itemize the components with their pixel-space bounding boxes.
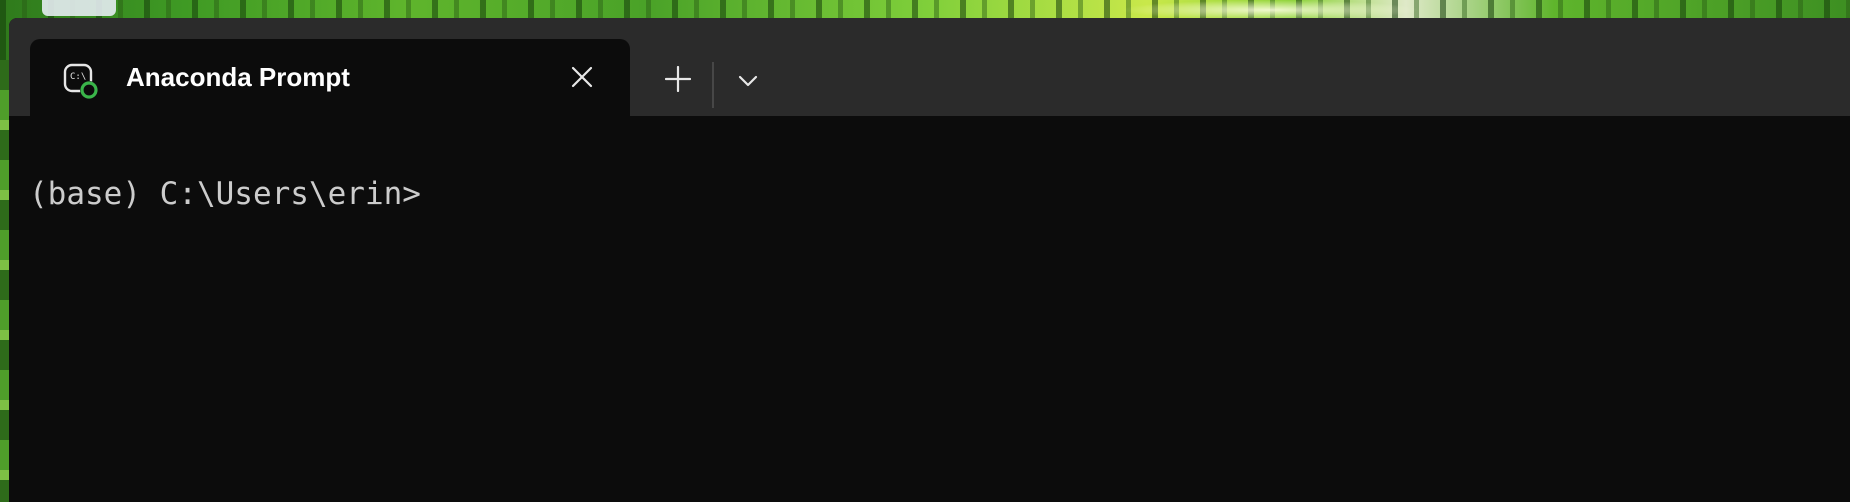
anaconda-terminal-icon: C:\: [62, 62, 102, 102]
tab-separator: [712, 62, 714, 108]
close-icon[interactable]: [562, 57, 602, 97]
tab-bar: C:\ Anaconda Prompt: [9, 18, 1850, 116]
desktop-wallpaper: [1120, 0, 1420, 20]
desktop-shortcut-icon[interactable]: [42, 0, 116, 16]
terminal-window: C:\ Anaconda Prompt (base) C:\Users\erin…: [9, 18, 1850, 502]
tab-anaconda-prompt[interactable]: C:\ Anaconda Prompt: [30, 39, 630, 116]
command-prompt: (base) C:\Users\erin>: [29, 176, 421, 212]
tab-title: Anaconda Prompt: [126, 62, 350, 92]
plus-icon[interactable]: [653, 56, 703, 102]
chevron-down-icon[interactable]: [725, 58, 771, 104]
terminal-output[interactable]: (base) C:\Users\erin>: [9, 116, 1850, 502]
svg-text:C:\: C:\: [70, 72, 86, 82]
desktop-wallpaper-edge: [0, 60, 9, 502]
